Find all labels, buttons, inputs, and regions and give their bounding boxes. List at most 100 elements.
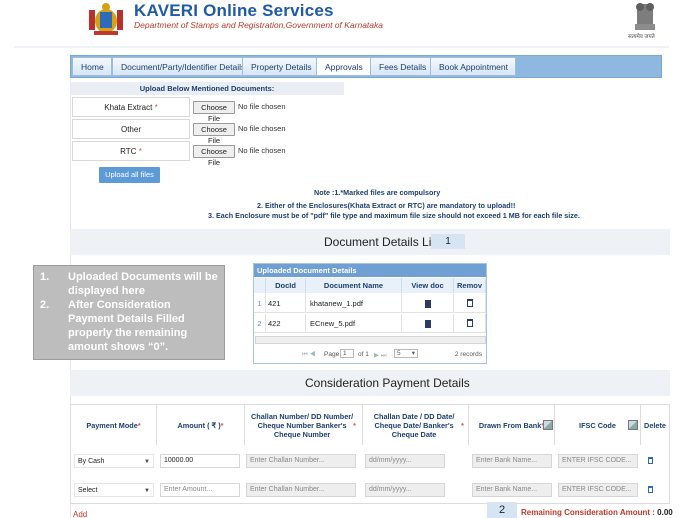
chevron-down-icon: ▼ bbox=[144, 459, 150, 465]
payment-mode-select[interactable]: By Cash ▼ bbox=[74, 454, 154, 468]
col-label: Payment Mode bbox=[86, 420, 138, 430]
payment-mode-value: Select bbox=[78, 487, 98, 494]
chevron-down-icon: ▼ bbox=[144, 488, 150, 494]
tab-document-party-identifier[interactable]: Document/Party/Identifier Details bbox=[112, 57, 254, 76]
col-challan-date: Challan Date / DD Date/ Cheque Date/ Ban… bbox=[363, 405, 469, 445]
rtc-file-status: No file chosen bbox=[238, 146, 286, 155]
pager-page-label: Page bbox=[324, 351, 340, 358]
pager-page-input[interactable]: 1 bbox=[340, 349, 354, 358]
delete-row-icon[interactable] bbox=[648, 486, 653, 493]
chevron-down-icon: ▾ bbox=[411, 350, 415, 357]
tab-approvals[interactable]: Approvals bbox=[316, 57, 371, 76]
callout-text: After Consideration Payment Details Fill… bbox=[68, 299, 188, 353]
challan-number-input[interactable]: Enter Challan Number... bbox=[246, 483, 356, 497]
view-doc-cell bbox=[402, 294, 454, 313]
callout-text: Uploaded Documents will be displayed her… bbox=[68, 271, 218, 297]
grid-head-view-doc: View doc bbox=[402, 278, 454, 293]
upload-all-button[interactable]: Upload all files bbox=[99, 167, 160, 183]
note-2: 2. Either of the Enclosures(Khata Extrac… bbox=[257, 201, 516, 210]
delete-icon[interactable] bbox=[467, 319, 473, 327]
col-label: Challan Date / DD Date/ Cheque Date/ Ban… bbox=[373, 411, 455, 439]
docid-cell: 421 bbox=[266, 294, 306, 313]
bank-name-input[interactable]: Enter Bank Name... bbox=[472, 483, 552, 497]
document-list-title: Document Details List bbox=[324, 235, 441, 249]
consideration-title: Consideration Payment Details bbox=[305, 376, 470, 390]
col-label: Challan Number/ DD Number/ Cheque Number… bbox=[251, 411, 354, 439]
other-file-status: No file chosen bbox=[238, 124, 286, 133]
document-count-badge: 1 bbox=[431, 234, 465, 249]
remove-cell bbox=[454, 314, 486, 333]
delete-icon[interactable] bbox=[467, 299, 473, 307]
tab-fees-details[interactable]: Fees Details bbox=[370, 57, 435, 76]
view-document-icon[interactable] bbox=[425, 300, 431, 308]
col-label: Delete bbox=[644, 420, 666, 430]
remaining-value: 0.00 bbox=[657, 508, 673, 517]
tab-book-appointment[interactable]: Book Appointment bbox=[430, 57, 516, 76]
broken-image-icon bbox=[543, 420, 553, 430]
delete-row-icon[interactable] bbox=[648, 457, 653, 464]
note-3: 3. Each Enclosure must be of "pdf" file … bbox=[208, 211, 580, 220]
karnataka-logo-icon bbox=[89, 3, 123, 35]
tab-home[interactable]: Home bbox=[72, 57, 112, 76]
khata-extract-file-status: No file chosen bbox=[238, 102, 286, 111]
required-marker: * bbox=[461, 420, 464, 430]
khata-extract-choose-button[interactable]: Choose File bbox=[193, 101, 235, 123]
row-number: 1 bbox=[254, 294, 266, 313]
required-marker: * bbox=[220, 420, 224, 430]
grid-head-document-name: Document Name bbox=[306, 278, 402, 293]
docid-cell: 422 bbox=[266, 314, 306, 333]
grid-pager: ⏮ ◀ Page 1 of 1 ▶ ⏭ 5 ▾ 2 records bbox=[254, 348, 486, 362]
note-1: Note :1.*Marked files are compulsory bbox=[314, 188, 441, 197]
remove-cell bbox=[454, 294, 486, 313]
col-delete: Delete bbox=[641, 405, 669, 445]
payment-mode-value: By Cash bbox=[78, 458, 105, 465]
khata-extract-label-text: Khata Extract bbox=[104, 103, 153, 112]
grid-head-rownum bbox=[254, 278, 266, 293]
grid-horizontal-scrollbar[interactable] bbox=[255, 336, 486, 344]
ifsc-code-input[interactable]: ENTER IFSC CODE... bbox=[558, 454, 638, 468]
document-name-cell: khatanew_1.pdf bbox=[306, 294, 402, 313]
amount-input[interactable]: 10000.00 bbox=[160, 454, 240, 468]
col-ifsc-code: IFSC Code bbox=[555, 405, 641, 445]
payment-mode-select[interactable]: Select ▼ bbox=[74, 483, 154, 497]
view-doc-cell bbox=[402, 314, 454, 333]
required-marker: * bbox=[138, 147, 142, 156]
challan-number-input[interactable]: Enter Challan Number... bbox=[246, 454, 356, 468]
other-label-text: Other bbox=[120, 125, 141, 134]
other-choose-button[interactable]: Choose File bbox=[193, 123, 235, 145]
view-document-icon[interactable] bbox=[425, 320, 431, 328]
grid-head-docid: DocId bbox=[266, 278, 306, 293]
col-label: IFSC Code bbox=[579, 420, 616, 430]
pager-first-prev-icon[interactable]: ⏮ ◀ bbox=[302, 351, 315, 359]
other-label: Other bbox=[72, 119, 190, 139]
grid-caption: Uploaded Document Details bbox=[254, 264, 486, 277]
grid-head-remove: Remov bbox=[454, 278, 486, 293]
col-challan-number: Challan Number/ DD Number/ Cheque Number… bbox=[245, 405, 363, 445]
ifsc-code-input[interactable]: ENTER IFSC CODE... bbox=[558, 483, 638, 497]
rtc-label: RTC * bbox=[72, 141, 190, 161]
callout-number: 2. bbox=[40, 299, 50, 311]
rtc-choose-button[interactable]: Choose File bbox=[193, 145, 235, 167]
emblem-caption: सत्यमेव जयते bbox=[628, 34, 655, 40]
bank-name-input[interactable]: Enter Bank Name... bbox=[472, 454, 552, 468]
khata-extract-label: Khata Extract * bbox=[72, 97, 190, 117]
pager-size-value: 5 bbox=[397, 350, 401, 357]
remaining-label: Remaining Consideration Amount : bbox=[521, 508, 655, 517]
challan-date-input[interactable]: dd/mm/yyyy... bbox=[365, 454, 445, 468]
remaining-amount: Remaining Consideration Amount : 0.00 bbox=[521, 508, 673, 517]
broken-image-icon bbox=[628, 420, 638, 430]
pager-records-count: 2 records bbox=[454, 351, 482, 358]
col-label: Drawn From Bank bbox=[478, 420, 542, 430]
pager-next-last-icon[interactable]: ▶ ⏭ bbox=[374, 351, 387, 360]
challan-date-input[interactable]: dd/mm/yyyy... bbox=[365, 483, 445, 497]
amount-input[interactable]: Enter Amount... bbox=[160, 483, 240, 497]
pager-size-select[interactable]: 5 ▾ bbox=[394, 349, 418, 358]
tab-property-details[interactable]: Property Details bbox=[242, 57, 320, 76]
required-marker: * bbox=[154, 103, 158, 112]
header-divider bbox=[14, 46, 669, 48]
row-number: 2 bbox=[254, 314, 266, 333]
col-payment-mode: Payment Mode * bbox=[71, 405, 157, 445]
add-payment-link[interactable]: Add bbox=[73, 510, 87, 518]
upload-header: Upload Below Mentioned Documents: bbox=[70, 82, 344, 95]
col-drawn-from-bank: Drawn From Bank* bbox=[469, 405, 555, 445]
